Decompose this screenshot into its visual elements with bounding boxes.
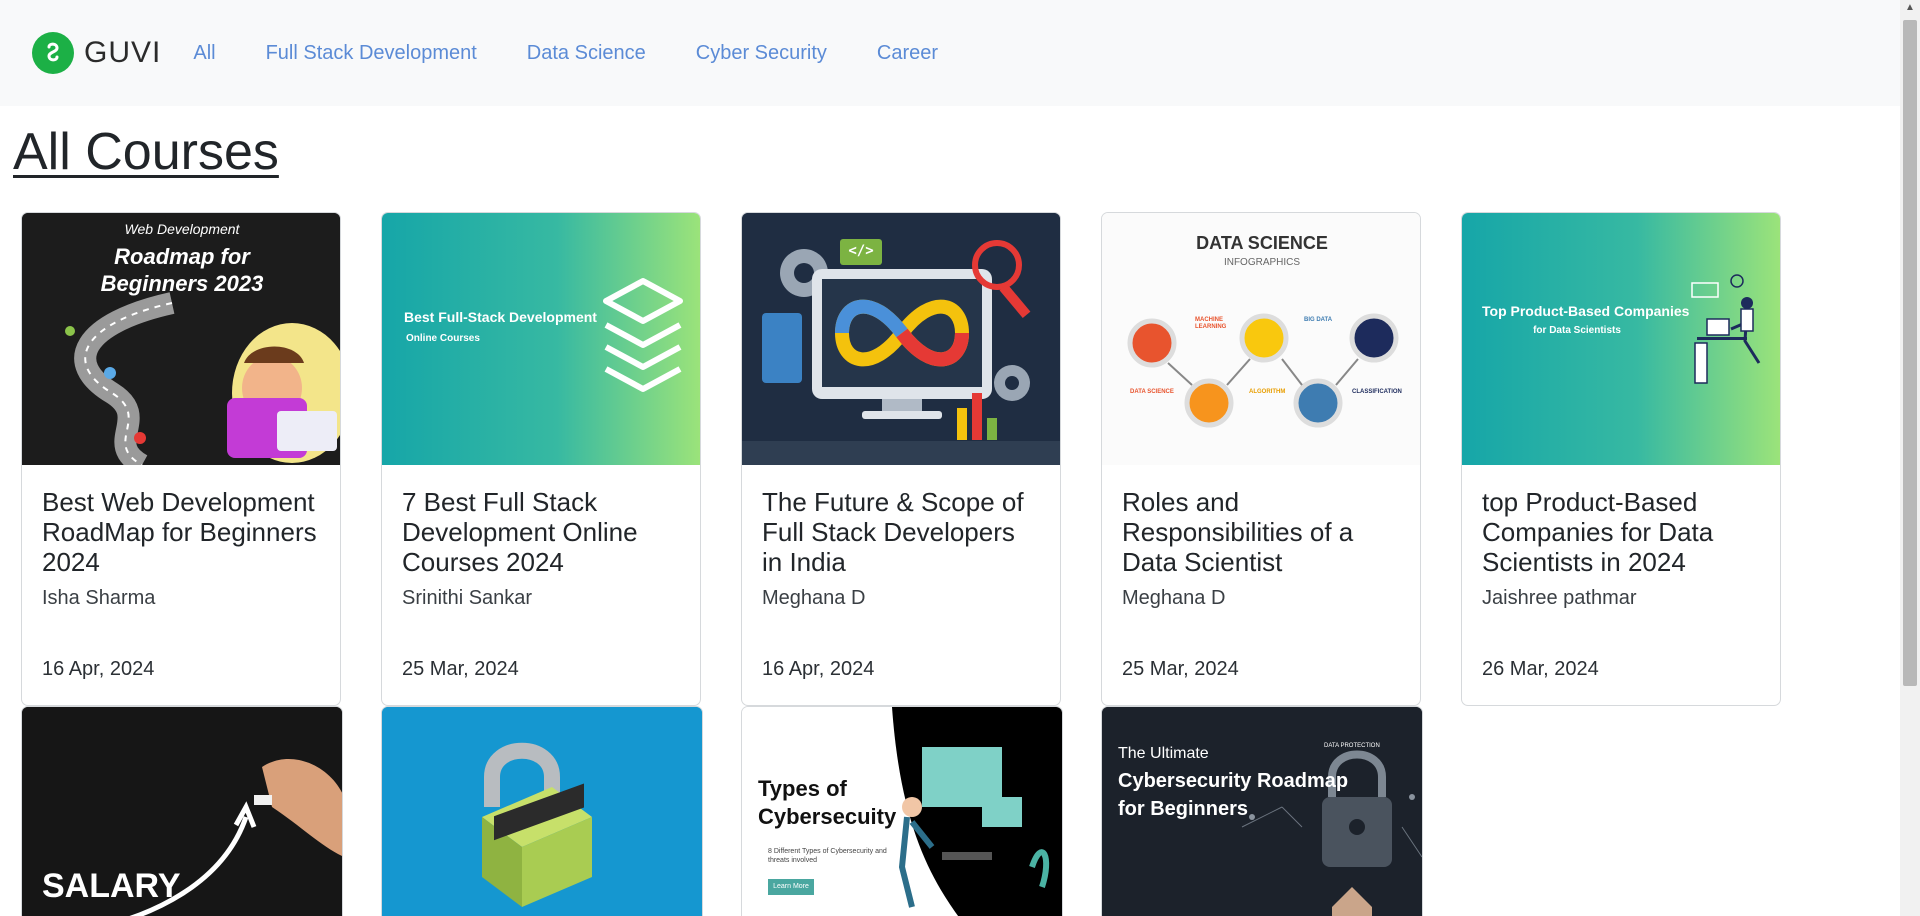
thumb-headline: Cybersecurity Roadmap [1118,770,1349,792]
course-thumbnail: </> [742,213,1060,465]
thumb-headline: Beginners 2023 [100,271,264,296]
card-title[interactable]: The Future & Scope of Full Stack Develop… [762,487,1040,577]
nav-link-all[interactable]: All [193,42,215,65]
card-date: 16 Apr, 2024 [42,658,155,680]
nav-link-full-stack-development[interactable]: Full Stack Development [266,42,477,65]
vertical-scrollbar[interactable]: ▲ [1900,0,1920,916]
thumb-headline: Top Product-Based Companies [1482,303,1690,319]
card-date: 25 Mar, 2024 [1122,658,1239,680]
brand-home-link[interactable]: GUVI [32,32,161,74]
thumb-headline: Cybersecuity [758,804,897,829]
thumb-headline: for Beginners [1118,798,1249,820]
scrollbar-thumb[interactable] [1903,20,1917,686]
thumb-kicker: Web Development [124,221,240,237]
top-navbar: GUVI All Full Stack Development Data Sci… [0,0,1900,106]
thumb-subheadline: 8 Different Types of Cybersecurity and t… [768,848,887,864]
thumb-subheadline: Online Courses [406,333,480,344]
infographic-label: MACHINE LEARNING [1195,317,1227,330]
thumb-headline: Best Full-Stack Development [404,309,597,325]
card-title[interactable]: Roles and Responsibilities of a Data Sci… [1122,487,1400,577]
infographic-label: CLASSIFICATION [1352,389,1402,395]
course-card[interactable]: Types of Cybersecuity 8 Different Types … [741,706,1063,916]
course-thumbnail: DATA SCIENCE INFOGRAPHICS DATA SCIENCE M… [1102,213,1420,465]
person-desk-illustration [1691,274,1761,384]
thumb-tag: DATA PROTECTION [1324,743,1380,749]
course-thumbnail: Types of Cybersecuity 8 Different Types … [742,707,1062,916]
card-date: 25 Mar, 2024 [402,658,519,680]
course-card[interactable]: </> The Future & Scope of Full Stack Dev… [741,212,1061,706]
nav-links: All Full Stack Development Data Science … [193,42,988,65]
scroll-up-arrow-icon[interactable]: ▲ [1904,2,1916,13]
course-card[interactable]: Best Full-Stack Development Online Cours… [381,212,701,706]
brand-name: GUVI [84,36,162,69]
course-thumbnail: Best Full-Stack Development Online Cours… [382,213,700,465]
course-thumbnail: SALARY [22,707,342,916]
card-author: Meghana D [762,587,866,609]
card-body: Best Web Development RoadMap for Beginne… [22,465,340,705]
card-author: Srinithi Sankar [402,587,533,609]
card-title[interactable]: 7 Best Full Stack Development Online Cou… [402,487,680,577]
card-body: The Future & Scope of Full Stack Develop… [742,465,1060,705]
layers-icon [603,278,683,392]
course-card[interactable]: Web Development Roadmap for Beginners 20… [21,212,341,706]
thumb-kicker: The Ultimate [1118,745,1209,762]
padlock-icon [382,707,702,916]
thumb-headline: Types of [758,776,847,801]
infographic-label: ALGORITHM [1249,389,1286,395]
thumb-headline: Roadmap for [114,244,250,269]
course-thumbnail: The Ultimate Cybersecurity Roadmap for B… [1102,707,1422,916]
card-author: Jaishree pathmar [1482,587,1637,609]
card-author: Meghana D [1122,587,1226,609]
course-thumbnail: Top Product-Based Companies for Data Sci… [1462,213,1780,465]
card-body: 7 Best Full Stack Development Online Cou… [382,465,700,705]
thumb-subheadline: for Data Scientists [1533,325,1621,336]
course-card[interactable]: Top Product-Based Companies for Data Sci… [1461,212,1781,706]
nav-link-career[interactable]: Career [877,42,938,65]
page-title: All Courses [13,123,279,181]
card-author: Isha Sharma [42,587,156,609]
guvi-logo-icon [32,32,74,74]
card-date: 16 Apr, 2024 [762,658,875,680]
card-body: top Product-Based Companies for Data Sci… [1462,465,1780,705]
course-card[interactable]: The Ultimate Cybersecurity Roadmap for B… [1101,706,1423,916]
infographic-label: DATA SCIENCE [1130,389,1174,395]
thumb-learn-more-button: Learn More [768,879,814,895]
nav-link-data-science[interactable]: Data Science [527,42,646,65]
course-card[interactable]: DATA SCIENCE INFOGRAPHICS DATA SCIENCE M… [1101,212,1421,706]
card-body: Roles and Responsibilities of a Data Sci… [1102,465,1420,705]
course-thumbnail [382,707,702,916]
infographic-label: BIG DATA [1304,317,1333,323]
course-card[interactable]: SALARY [21,706,343,916]
thumb-headline: SALARY [42,867,181,905]
course-card[interactable] [381,706,703,916]
card-date: 26 Mar, 2024 [1482,658,1599,680]
code-tag-label: </> [848,243,874,259]
nav-link-cyber-security[interactable]: Cyber Security [696,42,827,65]
card-title[interactable]: Best Web Development RoadMap for Beginne… [42,487,320,577]
card-title[interactable]: top Product-Based Companies for Data Sci… [1482,487,1760,577]
course-thumbnail: Web Development Roadmap for Beginners 20… [22,213,340,465]
